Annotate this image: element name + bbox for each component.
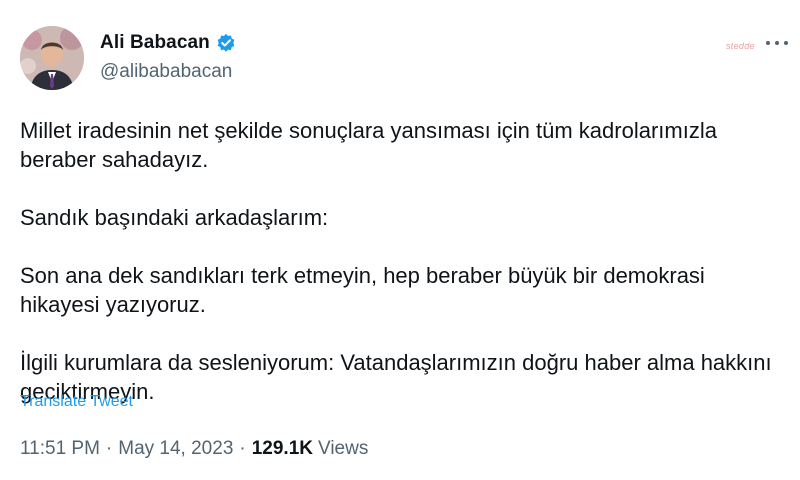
meta-separator: ·	[239, 438, 246, 459]
dot-icon	[784, 41, 788, 45]
views-count[interactable]: 129.1K	[252, 438, 313, 460]
profile-photo-icon	[20, 26, 84, 90]
display-name[interactable]: Ali Babacan	[100, 32, 210, 54]
author-name-row[interactable]: Ali Babacan	[100, 32, 236, 54]
avatar[interactable]	[20, 26, 84, 90]
tweet-date[interactable]: May 14, 2023	[118, 438, 233, 460]
tweet-paragraph: Millet iradesinin net şekilde sonuçlara …	[20, 118, 717, 172]
meta-separator: ·	[105, 438, 113, 459]
watermark: stedde	[726, 41, 755, 51]
tweet-time[interactable]: 11:51 PM	[20, 438, 100, 460]
verified-badge-icon	[217, 33, 235, 52]
dot-icon	[766, 41, 770, 45]
tweet-text: Millet iradesinin net şekilde sonuçlara …	[20, 116, 790, 406]
tweet-meta: 11:51 PM · May 14, 2023 · 129.1K Views	[20, 438, 368, 460]
more-options-icon[interactable]	[766, 34, 788, 52]
author-handle[interactable]: @alibababacan	[100, 61, 232, 83]
views-label[interactable]: Views	[318, 438, 368, 460]
translate-tweet-link[interactable]: Translate Tweet	[20, 393, 133, 411]
tweet-paragraph: İlgili kurumlara da sesleniyorum: Vatand…	[20, 350, 772, 404]
tweet-card: Ali Babacan @alibababacan stedde Millet …	[0, 0, 800, 480]
dot-icon	[775, 41, 779, 45]
tweet-paragraph: Son ana dek sandıkları terk etmeyin, hep…	[20, 263, 705, 317]
tweet-paragraph: Sandık başındaki arkadaşlarım:	[20, 205, 329, 230]
